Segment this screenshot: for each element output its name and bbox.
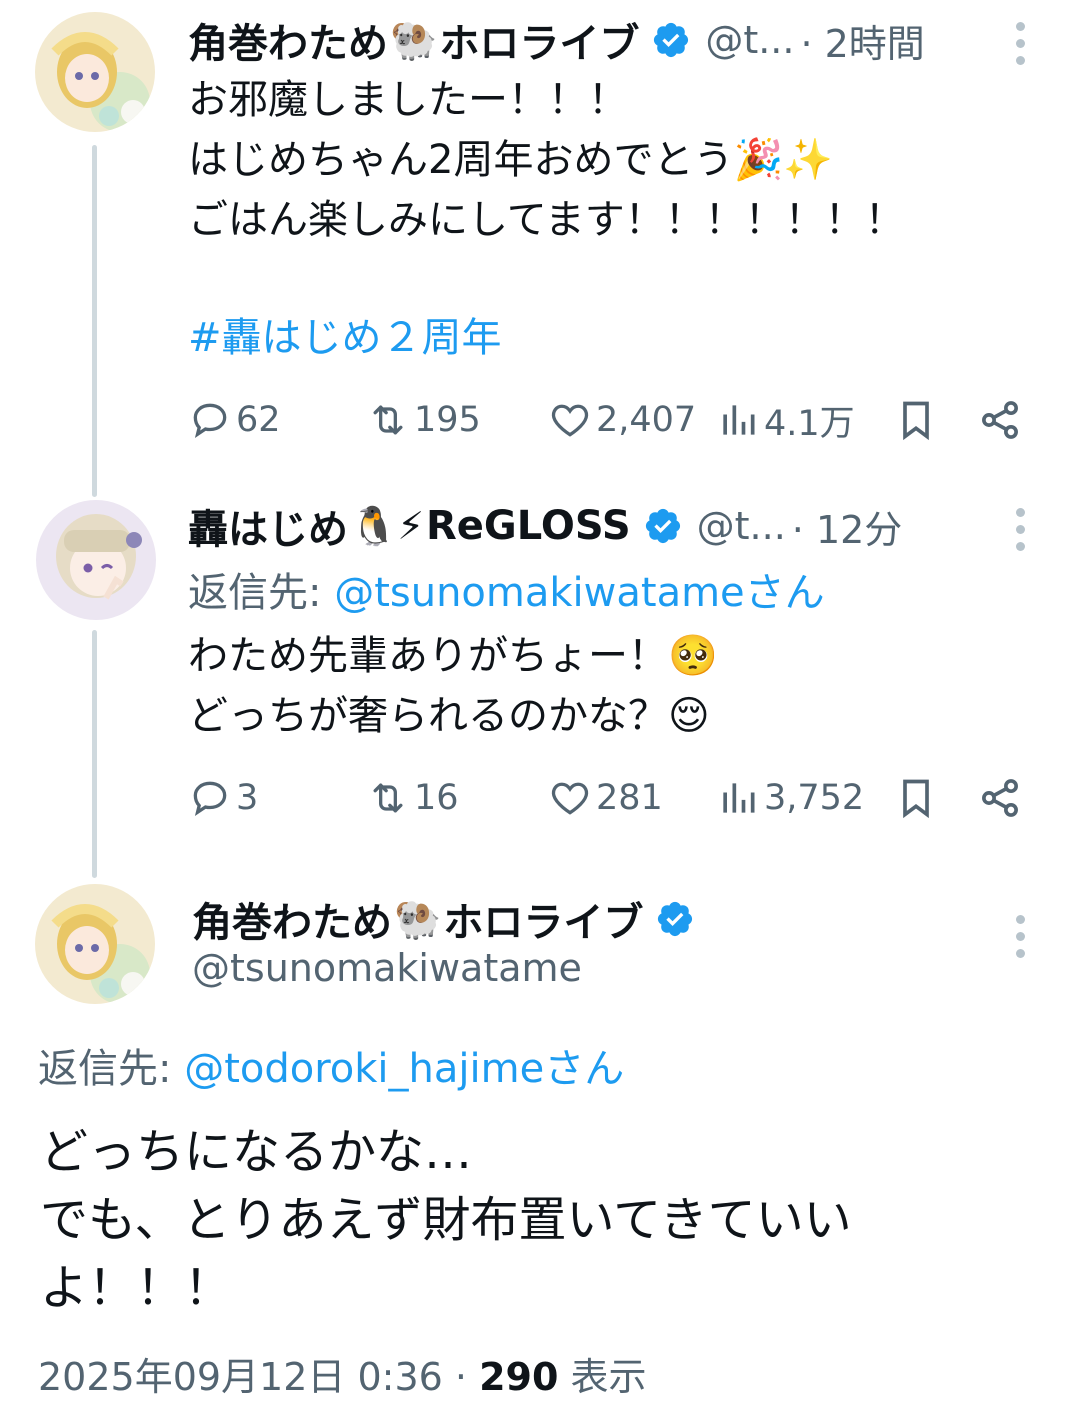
sheep-emoji: 🐏 [390,17,438,62]
more-options-icon[interactable] [1008,915,1032,958]
repost-count: 195 [414,400,481,440]
reply-button[interactable]: 62 [188,390,281,450]
thread-line-1 [92,145,97,497]
heart-icon [551,782,589,815]
repost-button[interactable]: 16 [366,768,459,828]
reply-button[interactable]: 3 [188,768,258,828]
avatar[interactable] [35,12,155,132]
views-label: 表示 [558,1355,647,1399]
avatar[interactable] [36,500,156,620]
hashtag-link[interactable]: #轟はじめ２周年 [188,308,502,368]
reply-icon [193,403,227,439]
views-count: 290 [479,1355,559,1399]
display-name[interactable]: 角巻わため 🐏 ホロライブ [192,890,643,948]
views-chart-icon [723,783,755,813]
repost-button[interactable]: 195 [366,390,481,450]
main-tweet-text-line: どっちになるかな… [40,1124,473,1180]
like-count: 2,407 [596,400,697,440]
tweet-text-line: どっちが奢られるのかな？😌 [188,693,710,739]
timestamp[interactable]: · 12分 [792,499,903,554]
views-button[interactable]: 4.1万 [716,390,855,450]
sheep-emoji: 🐏 [394,896,442,941]
penguin-lightning-emoji: 🐧⚡ [350,503,424,548]
reply-to: 返信先: @todoroki_hajimeさん [38,1046,625,1092]
tweet-date[interactable]: 2025年09月12日 0:36 · [38,1355,479,1399]
verified-badge-icon [658,901,693,937]
handle[interactable]: @t... [697,504,786,548]
repost-count: 16 [414,778,459,818]
handle[interactable]: @t... [705,18,794,62]
timestamp[interactable]: · 2時間 [800,13,924,68]
repost-icon [373,405,403,435]
avatar[interactable] [35,884,155,1004]
reply-to-mention-link[interactable]: @todoroki_hajimeさん [184,1046,624,1092]
handle[interactable]: @tsunomakiwatame [192,946,582,990]
tweet-text-line: はじめちゃん2周年おめでとう🎉✨ [188,137,834,183]
tweet-meta: 2025年09月12日 0:36 · 290 表示 [38,1346,647,1401]
share-icon [982,401,1018,439]
reply-to-mention-link[interactable]: @tsunomakiwatameさん [334,570,824,616]
reply-icon [193,781,227,817]
display-name[interactable]: 角巻わため 🐏 ホロライブ [188,11,639,69]
share-icon [982,779,1018,817]
tweet-text-line: わため先輩ありがちょー！🥺 [188,633,718,679]
views-count: 3,752 [764,778,865,818]
tweet-text-line: お邪魔しましたー！！！ [188,77,628,123]
heart-icon [551,404,589,437]
bookmark-icon [903,779,929,819]
main-tweet-text-line: でも、とりあえず財布置いてきていい [40,1192,852,1248]
verified-badge-icon [645,508,680,544]
thread-line-2 [92,630,97,878]
thread-page: 角巻わため 🐏 ホロライブ @t... · 2時間 お邪魔しましたー！！！ はじめち… [0,0,1080,1416]
tweet-header: 轟はじめ 🐧⚡ ReGLOSS @t... · 12分 [188,496,902,556]
more-options-icon[interactable] [1008,22,1032,65]
main-tweet-text-line: よ！！！ [40,1260,233,1316]
action-bar: 3 16 281 3,752 [188,768,1028,828]
like-button[interactable]: 281 [548,768,663,828]
like-count: 281 [596,778,663,818]
views-count: 4.1万 [764,403,855,444]
like-button[interactable]: 2,407 [548,390,696,450]
share-button[interactable] [978,768,1022,828]
views-chart-icon [723,405,755,435]
more-options-icon[interactable] [1008,508,1032,551]
views-button[interactable]: 3,752 [716,768,864,828]
tweet-text-line: ごはん楽しみにしてます！！！！！！！ [188,197,905,243]
reply-to: 返信先: @tsunomakiwatameさん [188,570,825,616]
reply-count: 3 [236,778,259,818]
display-name[interactable]: 轟はじめ 🐧⚡ ReGLOSS [188,497,631,555]
bookmark-button[interactable] [894,768,938,828]
action-bar: 62 195 2,407 4.1万 [188,390,1028,450]
bookmark-button[interactable] [894,390,938,450]
main-tweet-header: 角巻わため 🐏 ホロライブ [192,890,695,948]
repost-icon [373,783,403,813]
share-button[interactable] [978,390,1022,450]
verified-badge-icon [654,22,689,58]
bookmark-icon [903,401,929,441]
tweet-header: 角巻わため 🐏 ホロライブ @t... · 2時間 [188,10,925,70]
reply-count: 62 [236,400,281,440]
